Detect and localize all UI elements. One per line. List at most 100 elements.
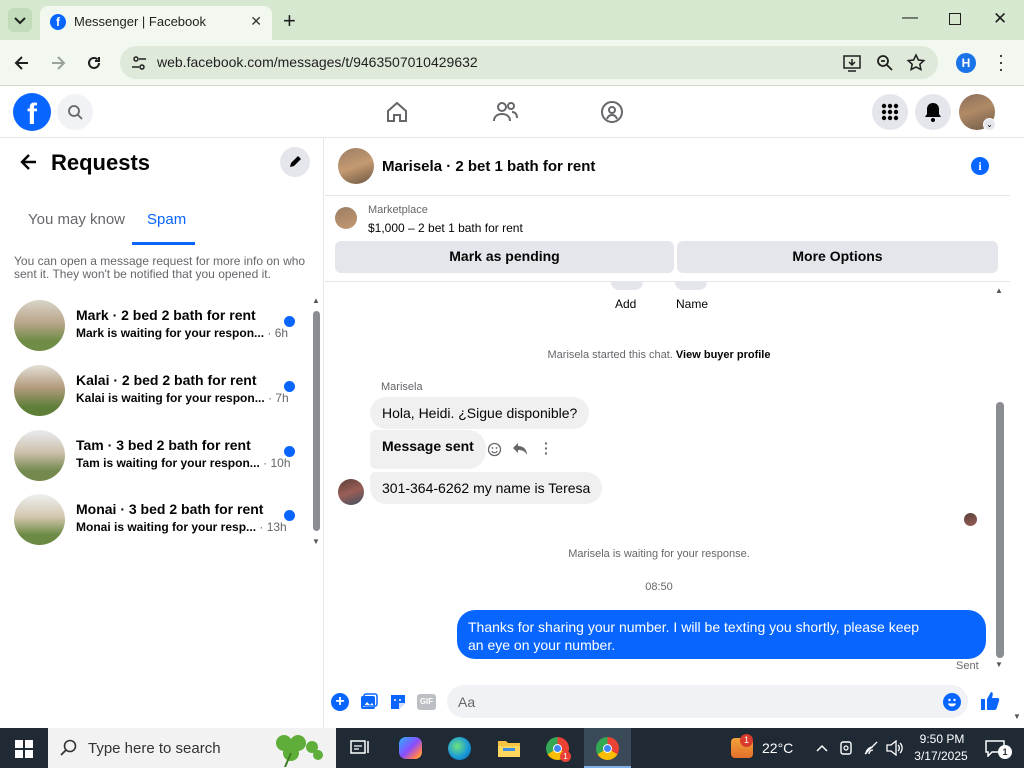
tab-close-icon[interactable]: ✕ [250, 13, 262, 30]
list-item[interactable]: Tam · 3 bed 2 bath for rent Tam is waiti… [0, 423, 310, 487]
bookmark-star-icon[interactable] [906, 53, 926, 73]
browser-tab[interactable]: f Messenger | Facebook ✕ [40, 6, 272, 40]
windows-start-icon[interactable] [15, 740, 33, 758]
sender-avatar[interactable] [338, 479, 364, 505]
clock-time[interactable]: 9:50 PM [917, 732, 967, 746]
facebook-logo-icon[interactable]: f [13, 93, 51, 131]
tab-you-may-know[interactable]: You may know [28, 211, 125, 228]
chat-scroll-up-arrow[interactable]: ▲ [995, 286, 1003, 295]
weather-badge: 1 [740, 734, 753, 747]
waiting-note: Marisela is waiting for your response. [568, 548, 750, 560]
marketplace-divider [325, 281, 1010, 282]
listing-title[interactable]: $1,000 – 2 bet 1 bath for rent [368, 221, 523, 235]
like-icon[interactable] [980, 691, 1000, 711]
request-name: Kalai · 2 bed 2 bath for rent [76, 372, 257, 388]
chat-scrollbar-thumb[interactable] [996, 402, 1004, 658]
reload-icon[interactable] [84, 53, 104, 73]
tab-spam[interactable]: Spam [147, 211, 186, 228]
left-scrollbar-thumb[interactable] [313, 311, 320, 531]
chrome-profile-icon [596, 737, 619, 760]
view-buyer-profile-link[interactable]: View buyer profile [676, 349, 771, 361]
page-scroll-down-arrow[interactable]: ▼ [1013, 712, 1021, 721]
list-item[interactable]: Monai · 3 bed 2 bath for rent Monai is w… [0, 487, 310, 551]
wifi-icon[interactable] [863, 740, 881, 756]
home-icon[interactable] [384, 99, 410, 125]
new-tab-button[interactable]: + [283, 8, 296, 34]
tab-search-button[interactable] [8, 8, 32, 32]
listing-thumbnail[interactable] [335, 207, 357, 229]
request-preview: Monai is waiting for your resp... · 13h [76, 520, 287, 534]
chat-title[interactable]: Marisela · 2 bet 1 bath for rent [382, 158, 595, 175]
chat-scroll-down-arrow[interactable]: ▼ [995, 660, 1003, 669]
site-info-icon[interactable] [130, 54, 148, 72]
chat-started-note: Marisela started this chat. View buyer p… [547, 349, 771, 361]
back-icon[interactable] [12, 53, 32, 73]
chrome-active-button[interactable] [584, 728, 631, 768]
temperature[interactable]: 22°C [762, 740, 793, 756]
sticker-icon[interactable] [389, 693, 407, 711]
close-window-button[interactable]: ✕ [993, 9, 1007, 29]
chat-avatar[interactable] [338, 148, 374, 184]
weather-icon[interactable]: 1 [731, 734, 753, 758]
more-options-button[interactable]: More Options [677, 241, 998, 273]
maximize-button[interactable] [949, 13, 961, 25]
volume-icon[interactable] [886, 740, 904, 756]
friends-icon[interactable] [491, 99, 519, 125]
add-attachment-button[interactable]: + [331, 693, 349, 711]
outgoing-message-bubble[interactable]: Thanks for sharing your number. I will b… [457, 610, 986, 659]
more-actions-icon[interactable]: · · · [544, 436, 549, 460]
chrome-profile-center-icon [603, 744, 612, 753]
add-label: Add [615, 297, 637, 311]
device-icon[interactable] [838, 740, 854, 756]
list-item[interactable]: Mark · 2 bed 2 bath for rent Mark is wai… [0, 293, 310, 357]
profile-avatar-button[interactable]: H [956, 53, 976, 73]
account-avatar[interactable]: ⌄ [959, 94, 996, 131]
edge-icon[interactable] [448, 737, 471, 760]
facebook-search-button[interactable] [57, 94, 93, 130]
list-item[interactable]: Kalai · 2 bed 2 bath for rent Kalai is w… [0, 358, 310, 422]
sent-status: Sent [956, 660, 979, 672]
name-action[interactable] [675, 282, 707, 290]
avatar [14, 300, 65, 351]
chevron-down-icon [14, 17, 26, 25]
search-icon [68, 105, 83, 120]
menu-button[interactable] [872, 94, 908, 130]
taskbar-search-box[interactable]: Type here to search [48, 728, 336, 768]
message-input[interactable]: Aa [447, 685, 968, 718]
browser-menu-icon[interactable]: · · · [998, 46, 1004, 78]
install-app-icon[interactable] [842, 53, 862, 73]
scroll-down-arrow[interactable]: ▼ [312, 537, 320, 546]
seen-avatar [964, 513, 977, 526]
back-arrow-icon[interactable] [19, 152, 39, 172]
pencil-icon [290, 156, 301, 167]
forward-icon[interactable] [48, 53, 68, 73]
copilot-icon[interactable] [399, 737, 422, 759]
url-bar[interactable]: web.facebook.com/messages/t/946350701042… [120, 46, 938, 79]
zoom-icon[interactable] [875, 53, 895, 73]
notifications-button[interactable] [915, 94, 951, 130]
reply-icon[interactable] [512, 442, 528, 456]
url-text: web.facebook.com/messages/t/946350701042… [157, 54, 478, 70]
photo-icon[interactable] [360, 693, 378, 711]
compose-button[interactable] [280, 147, 310, 177]
message-bubble[interactable]: Hola, Heidi. ¿Sigue disponible? [370, 397, 590, 429]
mark-as-pending-button[interactable]: Mark as pending [335, 241, 674, 273]
tab-title: Messenger | Facebook [74, 14, 206, 29]
minimize-button[interactable]: — [902, 9, 918, 27]
message-bubble[interactable]: 301-364-6262 my name is Teresa [370, 472, 603, 504]
file-explorer-icon[interactable] [497, 738, 521, 758]
react-icon[interactable] [487, 442, 502, 457]
chrome-icon[interactable]: 1 [546, 737, 571, 762]
bell-icon [925, 103, 941, 122]
chevron-up-icon[interactable] [815, 742, 829, 754]
task-view-icon[interactable] [350, 739, 370, 757]
message-bubble[interactable]: Message sent [370, 430, 486, 469]
scroll-up-arrow[interactable]: ▲ [312, 296, 320, 305]
page-scrollbar[interactable]: ▼ [1010, 138, 1024, 728]
info-icon[interactable]: i [971, 157, 989, 175]
groups-icon[interactable] [599, 99, 625, 125]
clock-date[interactable]: 3/17/2025 [910, 749, 972, 763]
emoji-icon[interactable] [943, 693, 961, 711]
add-action[interactable] [611, 282, 643, 290]
gif-button[interactable]: GIF [417, 694, 436, 710]
